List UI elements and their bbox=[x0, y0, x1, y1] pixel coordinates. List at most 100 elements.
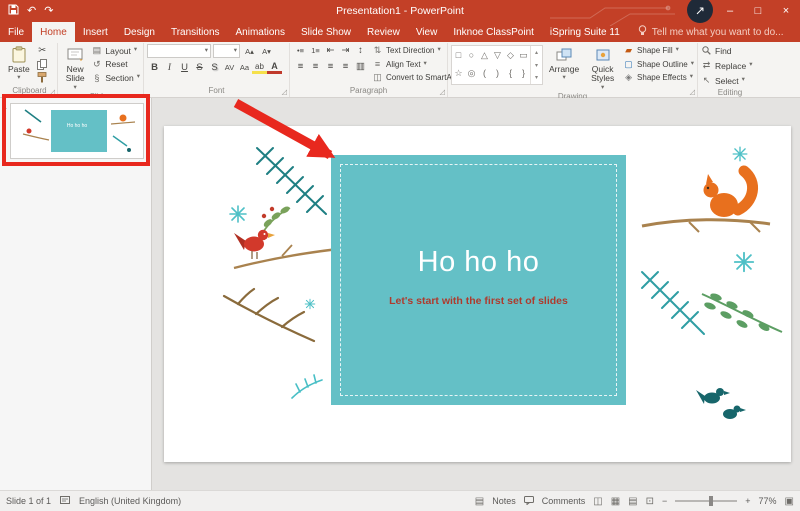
bold-button[interactable]: B bbox=[147, 61, 162, 74]
quick-access-toolbar: ↶ ↷ bbox=[8, 0, 53, 22]
line-spacing-button[interactable]: ↕ bbox=[353, 44, 368, 57]
format-painter-button[interactable] bbox=[35, 71, 50, 84]
layout-button[interactable]: ▤ Layout ▾ bbox=[91, 44, 140, 57]
shape-cell[interactable]: ▽ bbox=[491, 46, 504, 64]
squirrel bbox=[703, 165, 758, 217]
shape-cell[interactable]: ○ bbox=[465, 46, 478, 64]
tab-insert[interactable]: Insert bbox=[75, 22, 116, 42]
clipboard-dialog-launcher[interactable]: ◿ bbox=[50, 89, 55, 96]
font-color-button[interactable]: A bbox=[267, 61, 282, 74]
paste-button[interactable]: Paste ▾ bbox=[5, 44, 33, 83]
font-name-select[interactable]: ▾ bbox=[147, 44, 211, 58]
comments-button[interactable]: Comments bbox=[542, 496, 586, 506]
language-label[interactable]: English (United Kingdom) bbox=[79, 496, 181, 506]
align-left-button[interactable]: ≡ bbox=[293, 60, 308, 73]
tab-animations[interactable]: Animations bbox=[228, 22, 293, 42]
shape-cell[interactable]: □ bbox=[452, 46, 465, 64]
minimize-button[interactable]: – bbox=[716, 0, 744, 22]
font-dialog-launcher[interactable]: ◿ bbox=[282, 89, 287, 96]
select-button[interactable]: ↖ Select ▾ bbox=[701, 74, 759, 87]
normal-view-button[interactable]: ◫ bbox=[593, 496, 602, 507]
paragraph-dialog-launcher[interactable]: ◿ bbox=[440, 89, 445, 96]
columns-button[interactable]: ▥ bbox=[353, 60, 368, 73]
notes-button[interactable]: Notes bbox=[492, 496, 516, 506]
font-size-select[interactable]: ▾ bbox=[213, 44, 240, 58]
section-button[interactable]: § Section ▾ bbox=[91, 71, 140, 84]
character-spacing-button[interactable]: AV bbox=[222, 61, 237, 74]
zoom-level[interactable]: 77% bbox=[759, 496, 777, 506]
arrange-button[interactable]: Arrange ▾ bbox=[546, 44, 582, 83]
tab-inknoe-classpoint[interactable]: Inknoe ClassPoint bbox=[445, 22, 542, 42]
shapes-gallery[interactable]: □ ○ △ ▽ ◇ ▭ ☆ ◎ ( ) { } ▴ ▾ ▾ bbox=[451, 45, 543, 85]
zoom-slider[interactable] bbox=[675, 496, 738, 506]
redo-icon[interactable]: ↷ bbox=[44, 5, 53, 17]
shape-cell[interactable]: ◇ bbox=[504, 46, 517, 64]
dropdown-icon: ▾ bbox=[233, 46, 237, 54]
scroll-down-icon[interactable]: ▾ bbox=[531, 59, 542, 72]
shape-cell[interactable]: } bbox=[517, 64, 530, 82]
tab-file[interactable]: File bbox=[0, 22, 32, 42]
underline-button[interactable]: U bbox=[177, 61, 192, 74]
drawing-dialog-launcher[interactable]: ◿ bbox=[690, 89, 695, 96]
undo-icon[interactable]: ↶ bbox=[27, 5, 36, 17]
tab-review[interactable]: Review bbox=[359, 22, 408, 42]
shape-outline-button[interactable]: ▢ Shape Outline ▾ bbox=[623, 58, 694, 71]
share-button[interactable]: Share bbox=[794, 22, 800, 42]
slide[interactable]: Ho ho ho Let's start with the first set … bbox=[164, 126, 791, 462]
cut-button[interactable]: ✂ bbox=[35, 44, 50, 57]
reset-button[interactable]: ↺ Reset bbox=[91, 58, 140, 71]
justify-button[interactable]: ≡ bbox=[338, 60, 353, 73]
shape-cell[interactable]: ◎ bbox=[465, 64, 478, 82]
numbering-button[interactable]: 1≡ bbox=[308, 44, 323, 57]
gallery-scrollbar[interactable]: ▴ ▾ ▾ bbox=[530, 46, 542, 84]
align-center-button[interactable]: ≡ bbox=[308, 60, 323, 73]
slide-thumbnail[interactable]: Ho ho ho bbox=[10, 103, 144, 159]
save-icon[interactable] bbox=[8, 4, 19, 18]
copy-button[interactable] bbox=[35, 58, 50, 71]
shape-effects-button[interactable]: ◈ Shape Effects ▾ bbox=[623, 71, 694, 84]
maximize-button[interactable]: □ bbox=[744, 0, 772, 22]
quick-styles-icon bbox=[595, 45, 611, 64]
new-slide-button[interactable]: New Slide ▾ bbox=[61, 44, 89, 92]
shape-cell[interactable]: △ bbox=[478, 46, 491, 64]
slide-thumbnail-panel[interactable]: 1 Ho ho ho bbox=[0, 98, 152, 490]
find-button[interactable]: Find bbox=[701, 44, 759, 57]
zoom-in-button[interactable]: + bbox=[745, 496, 750, 506]
fit-to-window-button[interactable]: ▣ bbox=[785, 496, 794, 507]
tab-view[interactable]: View bbox=[408, 22, 446, 42]
tab-transitions[interactable]: Transitions bbox=[163, 22, 228, 42]
text-shadow-button[interactable]: S bbox=[207, 61, 222, 74]
shape-cell[interactable]: ( bbox=[478, 64, 491, 82]
tab-home[interactable]: Home bbox=[32, 22, 75, 42]
scroll-up-icon[interactable]: ▴ bbox=[531, 46, 542, 59]
zoom-slider-knob[interactable] bbox=[708, 496, 713, 506]
increase-indent-button[interactable]: ⇥ bbox=[338, 44, 353, 57]
shape-cell[interactable]: ▭ bbox=[517, 46, 530, 64]
grow-font-button[interactable]: A▴ bbox=[242, 45, 257, 58]
replace-button[interactable]: ⇄ Replace ▾ bbox=[701, 59, 759, 72]
slide-indicator[interactable]: Slide 1 of 1 bbox=[6, 496, 51, 506]
close-button[interactable]: × bbox=[772, 0, 800, 22]
bullets-button[interactable]: •≡ bbox=[293, 44, 308, 57]
zoom-out-button[interactable]: − bbox=[662, 496, 667, 506]
shape-cell[interactable]: ☆ bbox=[452, 64, 465, 82]
shape-cell[interactable]: ) bbox=[491, 64, 504, 82]
tab-design[interactable]: Design bbox=[116, 22, 163, 42]
reading-view-button[interactable]: ▤ bbox=[628, 496, 637, 507]
italic-button[interactable]: I bbox=[162, 61, 177, 74]
slide-sorter-view-button[interactable]: ▦ bbox=[611, 496, 620, 507]
quick-styles-button[interactable]: Quick Styles ▾ bbox=[585, 44, 620, 92]
align-right-button[interactable]: ≡ bbox=[323, 60, 338, 73]
decrease-indent-button[interactable]: ⇤ bbox=[323, 44, 338, 57]
shape-fill-button[interactable]: ▰ Shape Fill ▾ bbox=[623, 44, 694, 57]
shrink-font-button[interactable]: A▾ bbox=[259, 45, 274, 58]
highlight-color-button[interactable]: ab bbox=[252, 61, 267, 74]
strikethrough-button[interactable]: S bbox=[192, 61, 207, 74]
slides-group: New Slide ▾ ▤ Layout ▾ ↺ Reset § Section… bbox=[58, 43, 144, 101]
change-case-button[interactable]: Aa bbox=[237, 61, 252, 74]
shape-cell[interactable]: { bbox=[504, 64, 517, 82]
tab-slide-show[interactable]: Slide Show bbox=[293, 22, 359, 42]
gallery-more-icon[interactable]: ▾ bbox=[531, 71, 542, 84]
title-placeholder[interactable]: Ho ho ho Let's start with the first set … bbox=[331, 155, 626, 405]
slideshow-view-button[interactable]: ⊡ bbox=[646, 496, 654, 507]
